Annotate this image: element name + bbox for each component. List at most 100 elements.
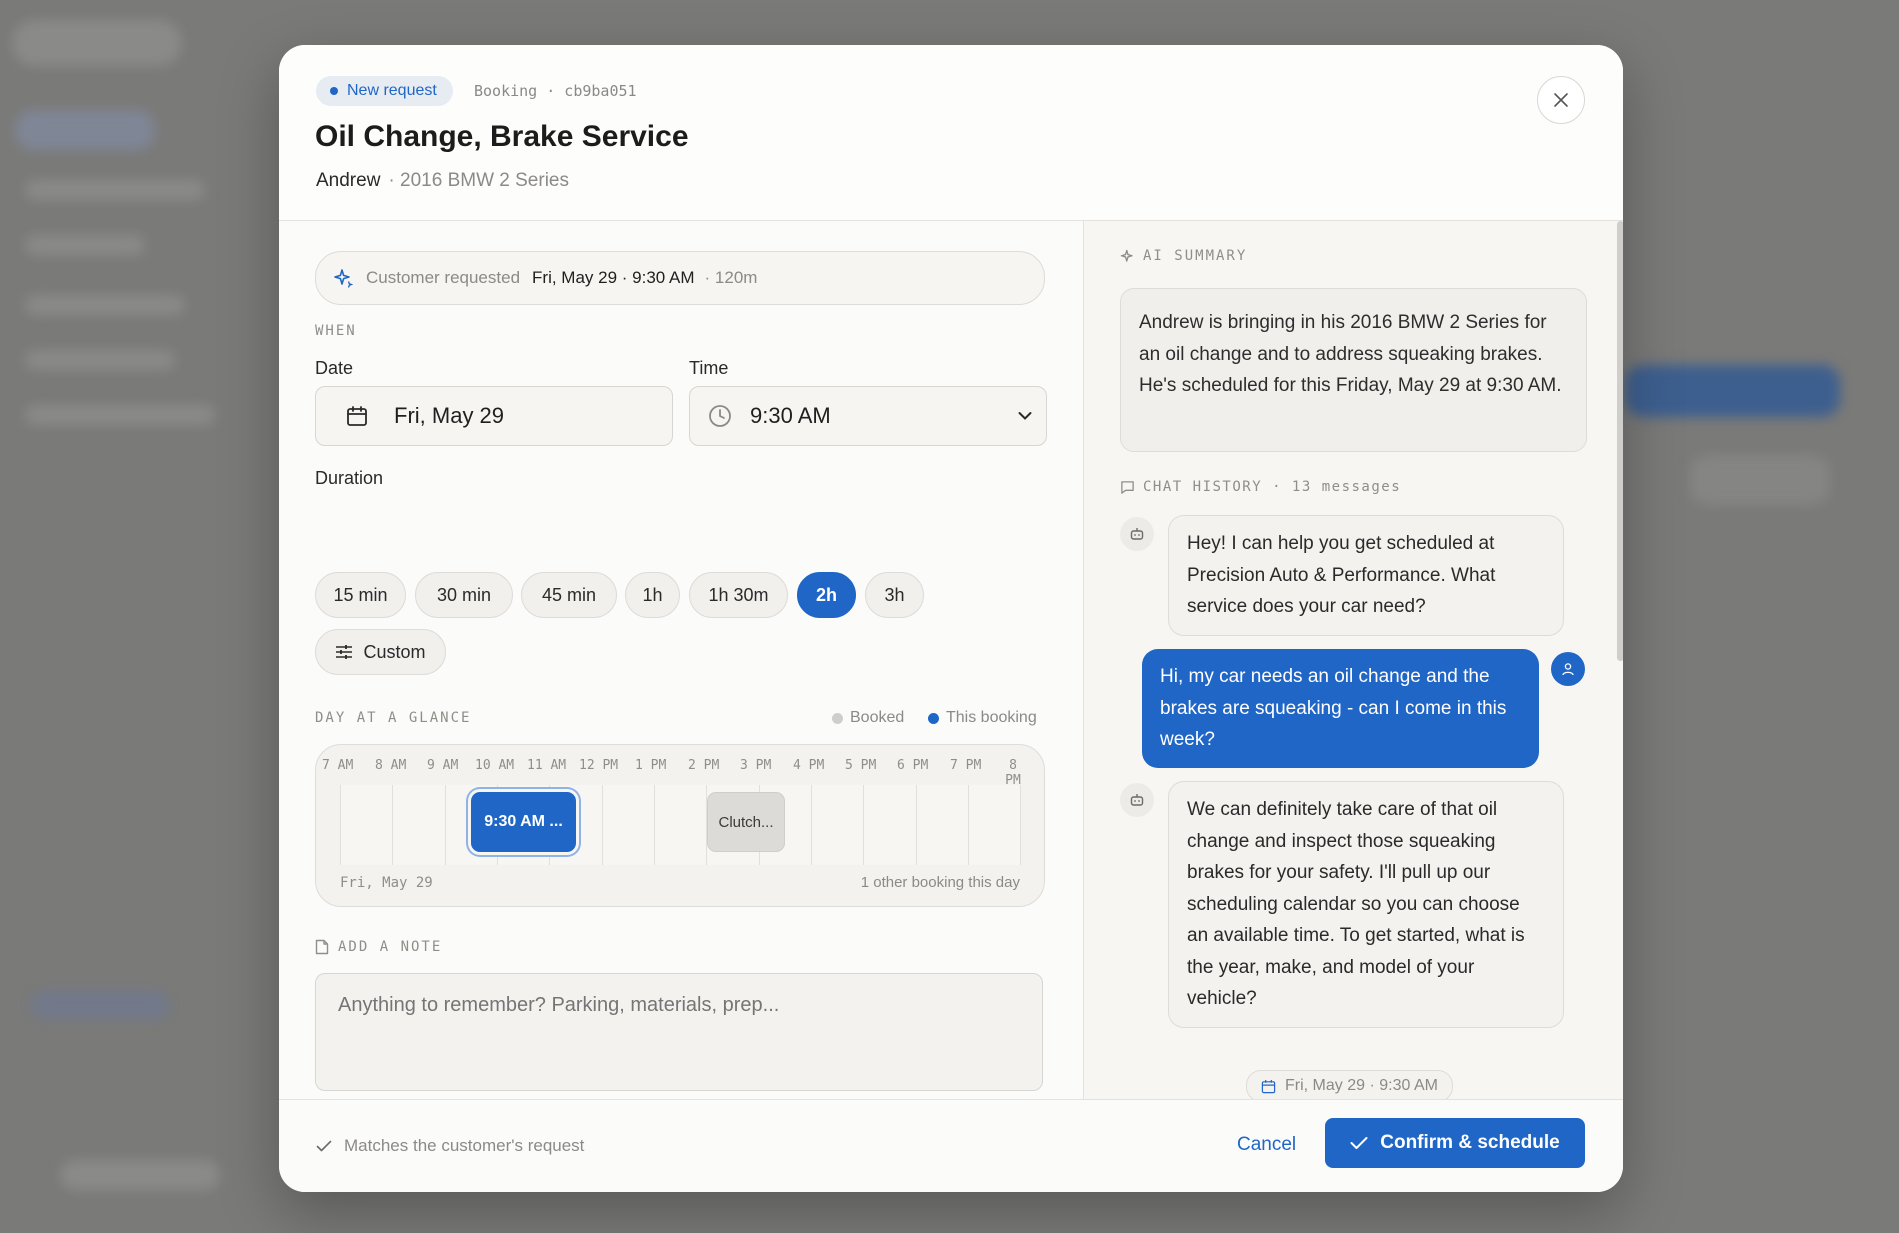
backdrop-blur: [25, 350, 175, 370]
note-icon: [315, 939, 329, 955]
duration-option-3h[interactable]: 3h: [865, 572, 924, 618]
close-icon: [1554, 93, 1568, 107]
chat-history-label: CHAT HISTORY · 13 messages: [1143, 479, 1402, 495]
sparkle-icon: [334, 269, 353, 288]
booking-modal: New request Booking · cb9ba051 Oil Chang…: [279, 45, 1623, 1192]
hour-tick: 2 PM: [688, 758, 720, 773]
hour-tick: 4 PM: [793, 758, 825, 773]
clock-icon: [709, 405, 731, 427]
hour-tick: 5 PM: [845, 758, 877, 773]
custom-duration-label: Custom: [363, 641, 426, 662]
customer-line: Andrew · 2016 BMW 2 Series: [316, 170, 569, 192]
hour-tick: 9 AM: [427, 758, 459, 773]
chat-message-bot: Hey! I can help you get scheduled at Pre…: [1168, 515, 1564, 636]
legend-booked-label: Booked: [850, 709, 905, 726]
user-avatar: [1551, 652, 1585, 686]
backdrop-blur: [30, 990, 170, 1020]
duration-option-1h30m[interactable]: 1h 30m: [689, 572, 788, 618]
backdrop-blur: [60, 1160, 220, 1190]
time-select[interactable]: 9:30 AM: [689, 386, 1047, 446]
robot-icon: [1130, 528, 1144, 540]
close-button[interactable]: [1537, 76, 1585, 124]
hour-gridline: [340, 785, 341, 865]
date-value: Fri, May 29: [394, 403, 505, 428]
status-badge-label: New request: [347, 82, 437, 99]
day-glance-section-label: DAY AT A GLANCE: [315, 710, 472, 726]
confirm-schedule-button[interactable]: Confirm & schedule: [1325, 1118, 1585, 1168]
user-icon: [1562, 663, 1574, 676]
customer-request-banner: Customer requested Fri, May 29 · 9:30 AM…: [315, 251, 1045, 305]
duration-option-1h[interactable]: 1h: [625, 572, 680, 618]
chevron-down-icon: [1018, 412, 1032, 420]
duration-option-15min[interactable]: 15 min: [315, 572, 406, 618]
sparkle-icon: [1120, 249, 1133, 262]
request-time: Fri, May 29 · 9:30 AM: [532, 268, 695, 287]
booked-block[interactable]: Clutch...: [707, 792, 785, 852]
backdrop-blur: [25, 405, 215, 425]
hour-gridline: [968, 785, 969, 865]
time-label: Time: [689, 358, 729, 378]
page-title: Oil Change, Brake Service: [315, 120, 689, 153]
hour-gridline: [916, 785, 917, 865]
request-label: Customer requested: [366, 268, 521, 287]
note-textarea[interactable]: [315, 973, 1043, 1091]
chat-bubble-icon: [1121, 480, 1134, 494]
context-pane: AI SUMMARY Andrew is bringing in his 201…: [1083, 221, 1623, 1099]
hour-tick: 1 PM: [635, 758, 667, 773]
timeline-date: Fri, May 29: [340, 875, 433, 891]
this-booking-dot-icon: [928, 712, 939, 724]
hour-gridline: [1020, 785, 1021, 865]
hour-tick: 8 AM: [375, 758, 407, 773]
legend-this-booking: This booking: [928, 709, 1037, 727]
request-duration: · 120m: [704, 268, 758, 287]
when-section-label: WHEN: [315, 323, 357, 339]
backdrop-blur: [15, 110, 155, 150]
backdrop-blur: [25, 295, 185, 315]
date-field[interactable]: Fri, May 29: [315, 386, 673, 446]
hour-gridline: [602, 785, 603, 865]
hour-tick: 12 PM: [579, 758, 619, 773]
cancel-button[interactable]: Cancel: [1229, 1130, 1304, 1160]
hour-tick: 7 AM: [322, 758, 354, 773]
other-bookings-count: 1 other booking this day: [860, 874, 1020, 891]
check-icon: [1350, 1137, 1368, 1149]
backdrop-blur: [1690, 455, 1830, 505]
hour-gridline: [445, 785, 446, 865]
backdrop-blur: [25, 235, 145, 255]
modal-header: New request Booking · cb9ba051 Oil Chang…: [279, 45, 1623, 221]
check-icon: [316, 1140, 332, 1152]
booking-form: Customer requested Fri, May 29 · 9:30 AM…: [279, 221, 1082, 1099]
hour-gridline: [863, 785, 864, 865]
legend-booked: Booked: [832, 709, 904, 727]
bot-avatar: [1120, 783, 1154, 817]
booking-time-chip: Fri, May 29 · 9:30 AM: [1246, 1070, 1453, 1099]
ai-summary-text: Andrew is bringing in his 2016 BMW 2 Ser…: [1120, 288, 1587, 452]
booked-dot-icon: [832, 712, 843, 724]
add-note-label: ADD A NOTE: [338, 939, 443, 955]
confirm-schedule-label: Confirm & schedule: [1380, 1132, 1560, 1153]
booking-breadcrumb: Booking · cb9ba051: [474, 82, 637, 100]
backdrop-blur: [25, 180, 205, 200]
ai-summary-label: AI SUMMARY: [1143, 248, 1248, 264]
status-badge: New request: [316, 76, 453, 106]
this-booking-block[interactable]: 9:30 AM ...: [471, 792, 576, 852]
hour-tick: 6 PM: [897, 758, 929, 773]
duration-label: Duration: [315, 468, 384, 488]
hour-gridline: [392, 785, 393, 865]
date-label: Date: [315, 358, 354, 378]
duration-option-30min[interactable]: 30 min: [415, 572, 513, 618]
hour-tick: 3 PM: [740, 758, 772, 773]
hour-tick: 10 AM: [475, 758, 515, 773]
match-indicator: Matches the customer's request: [316, 1136, 584, 1156]
chat-message-bot: We can definitely take care of that oil …: [1168, 781, 1564, 1028]
duration-option-45min[interactable]: 45 min: [521, 572, 617, 618]
status-dot-icon: [330, 87, 338, 95]
chat-history-section-label: CHAT HISTORY · 13 messages: [1120, 479, 1401, 495]
robot-icon: [1130, 794, 1144, 806]
hour-gridline: [811, 785, 812, 865]
duration-option-2h[interactable]: 2h: [797, 572, 856, 618]
legend-this-label: This booking: [946, 709, 1037, 726]
custom-duration-button[interactable]: Custom: [315, 629, 446, 675]
context-scrollbar[interactable]: [1617, 221, 1623, 661]
match-label: Matches the customer's request: [344, 1136, 585, 1155]
